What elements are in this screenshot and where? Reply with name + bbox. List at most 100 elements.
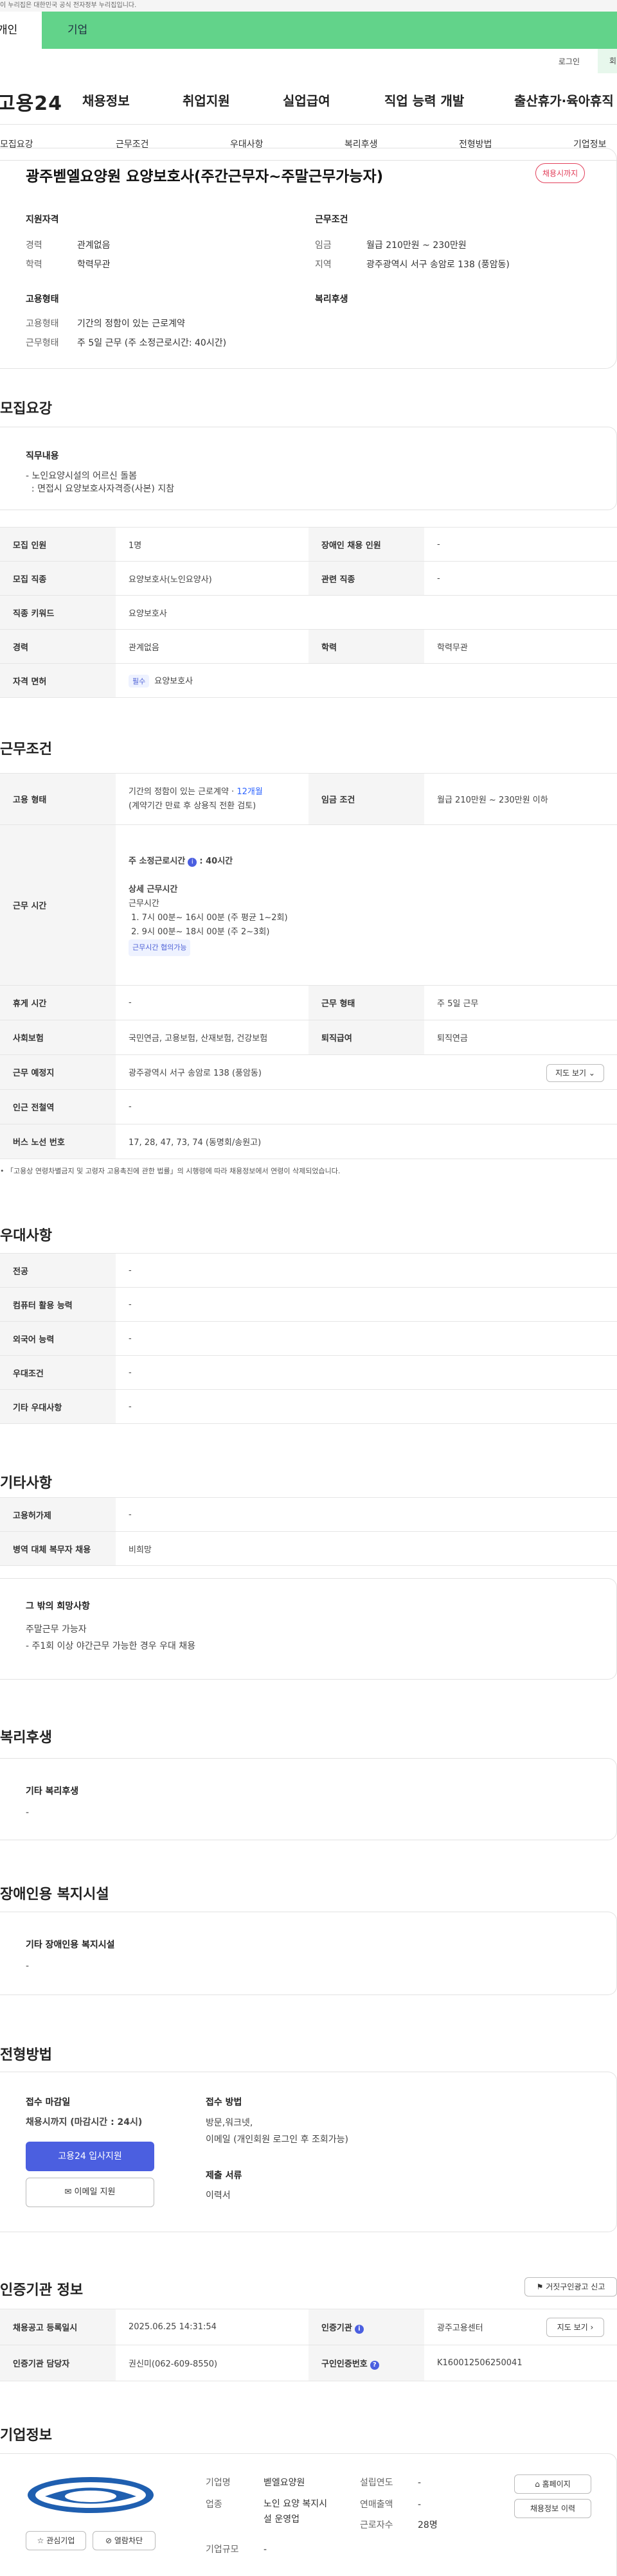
table-row: 외국어 능력 - <box>0 1321 617 1356</box>
cell-value: - <box>116 1389 617 1424</box>
megaphone-icon: ⚑ <box>536 2282 544 2291</box>
cell-value: - <box>116 985 308 1020</box>
cell-label: 컴퓨터 활용 능력 <box>0 1287 116 1322</box>
cell-value: - <box>116 1089 617 1124</box>
place-cell: 광주광역시 서구 송암로 138 (풍암동) 지도 보기 ⌄ <box>116 1054 617 1090</box>
report-label: 거짓구인광고 신고 <box>546 2282 605 2291</box>
duty-heading: 직무내용 <box>26 451 59 461</box>
false-ad-report-button[interactable]: ⚑ 거짓구인광고 신고 <box>524 2277 617 2296</box>
table-row: 모집 직종 요양보호사(노인요양사) 관련 직종 - <box>0 561 617 596</box>
cell-value: 학력무관 <box>424 629 617 664</box>
cell-label: 사회보험 <box>0 1020 116 1055</box>
table-row: 전공 - <box>0 1253 617 1288</box>
wage-value: 월급 210만원 ~ 230만원 <box>366 240 467 251</box>
cell-value: 퇴직연금 <box>424 1020 617 1055</box>
info-icon[interactable]: i <box>354 2324 364 2334</box>
email-apply-button[interactable]: ✉ 이메일 지원 <box>26 2178 154 2207</box>
menu-parental-leave[interactable]: 출산휴가·육아휴직 <box>514 91 614 109</box>
menu-vocational-training[interactable]: 직업 능력 개발 <box>384 91 464 109</box>
cell-label: 인증기관 i <box>308 2309 424 2345</box>
utility-links: 로그인 회원가입 <box>0 49 617 73</box>
favorite-company-button[interactable]: ☆ 관심기업 <box>26 2531 86 2550</box>
info-icon[interactable]: ? <box>370 2360 379 2370</box>
cell-label: 휴게 시간 <box>0 985 116 1020</box>
age-footnote: • 「고용상 연령차별금지 및 고령자 고용촉진에 관한 법률」의 시행령에 따… <box>0 1167 341 1175</box>
block-view-button[interactable]: ⊘ 열람차단 <box>93 2531 156 2550</box>
menu-employment-support[interactable]: 취업지원 <box>183 91 230 109</box>
site-logo[interactable]: 고용24 <box>0 87 67 116</box>
homepage-label: 홈페이지 <box>542 2480 571 2489</box>
work-form-label: 근무형태 <box>26 338 59 348</box>
license-value: 요양보호사 <box>154 676 193 686</box>
menu-unemployment-benefit[interactable]: 실업급여 <box>283 91 330 109</box>
table-row: 근무 시간 주 소정근로시간 i : 40시간 상세 근무시간 근무시간 1. 7… <box>0 824 617 986</box>
menu-jobs[interactable]: 채용정보 <box>82 91 130 109</box>
cell-value: - <box>116 1287 617 1322</box>
cell-label: 근무 형태 <box>308 985 424 1020</box>
table-row: 자격 면허 필수 요양보호사 <box>0 663 617 698</box>
table-row: 직종 키워드 요양보호사 <box>0 595 617 630</box>
login-link[interactable]: 로그인 <box>559 56 580 67</box>
hours-cell: 주 소정근로시간 i : 40시간 상세 근무시간 근무시간 1. 7시 00분~… <box>116 824 617 986</box>
favorite-label: 관심기업 <box>46 2536 75 2545</box>
employ-heading: 고용형태 <box>26 294 59 305</box>
tab-individual[interactable]: 개인 <box>0 12 42 49</box>
cell-label: 근무 예정지 <box>0 1054 116 1090</box>
staff-value: 28명 <box>418 2520 438 2530</box>
detail-hours-title: 상세 근무시간 <box>129 884 178 894</box>
cell-label: 직종 키워드 <box>0 595 116 630</box>
cell-label: 고용허가제 <box>0 1497 116 1532</box>
shift-item: 2. 9시 00분~ 18시 00분 (주 2~3회) <box>131 927 270 937</box>
disability-box-heading: 기타 장애인용 복지시설 <box>26 1940 115 1950</box>
cell-value: 국민연금, 고용보험, 산재보험, 건강보험 <box>116 1020 308 1055</box>
category-tabs: 개인 기업 <box>0 12 617 49</box>
company-logo <box>28 2477 154 2513</box>
cell-label: 고용 형태 <box>0 773 116 825</box>
table-row: 컴퓨터 활용 능력 - <box>0 1287 617 1322</box>
detail-hours-sub: 근무시간 <box>129 898 159 909</box>
cell-label: 병역 대체 복무자 채용 <box>0 1531 116 1566</box>
agency-map-label: 지도 보기 <box>557 2323 588 2332</box>
region-label: 지역 <box>315 260 332 270</box>
homepage-button[interactable]: ⌂ 홈페이지 <box>514 2474 591 2494</box>
work-form-value: 주 5일 근무 (주 소정근로시간: 40시간) <box>77 338 227 348</box>
cell-label: 장애인 채용 인원 <box>308 527 424 562</box>
cell-label: 모집 직종 <box>0 561 116 596</box>
agency-map-button[interactable]: 지도 보기 › <box>546 2318 604 2337</box>
table-row: 인증기관 담당자 권신미(062-609-8550) 구인인증번호? K1600… <box>0 2345 617 2381</box>
info-icon[interactable]: i <box>188 857 197 867</box>
weekly-hours-value: : 40시간 <box>199 856 233 866</box>
duty-text: - 노인요양시설의 어르신 돌봄 : 면접시 요양보호사자격증(사본) 지참 <box>26 471 175 494</box>
map-toggle-button[interactable]: 지도 보기 ⌄ <box>546 1064 604 1082</box>
cell-label: 임금 조건 <box>308 773 424 825</box>
table-row: 사회보험 국민연금, 고용보험, 산재보험, 건강보험 퇴직급여 퇴직연금 <box>0 1020 617 1055</box>
conditions-table: 고용 형태 기간의 정함이 있는 근로계약 · 12개월 (계약기간 만료 후 … <box>0 773 617 1159</box>
region-value: 광주광역시 서구 송암로 138 (풍암동) <box>366 260 510 270</box>
welfare-box-text: - <box>26 1808 30 1818</box>
deadline-value: 채용시까지 (마감시간 : 24시) <box>26 2117 143 2127</box>
cell-label: 자격 면허 <box>0 663 116 698</box>
chevron-down-icon: ⌄ <box>588 1069 595 1078</box>
chevron-right-icon: › <box>590 2323 594 2332</box>
table-row: 경력 관계없음 학력 학력무관 <box>0 629 617 664</box>
table-row: 인근 전철역 - <box>0 1089 617 1124</box>
welfare-section-title: 복리후생 <box>0 1730 52 1746</box>
org-value: 광주고용센터 <box>437 2323 483 2333</box>
negotiable-chip: 근무시간 협의가능 <box>129 939 191 956</box>
method-text: 방문,워크넷, 이메일 (개인회원 로그인 후 조회가능) <box>206 2118 348 2145</box>
main-nav: 고용24 채용정보 취업지원 실업급여 직업 능력 개발 출산휴가·육아휴직 <box>0 73 617 125</box>
etc-table: 고용허가제 - 병역 대체 복무자 채용 비희망 <box>0 1497 617 1566</box>
block-icon: ⊘ <box>105 2536 112 2545</box>
table-row: 버스 노선 번호 17, 28, 47, 73, 74 (동명회/송원고) <box>0 1124 617 1159</box>
apply-button[interactable]: 고용24 입사지원 <box>26 2142 154 2171</box>
conditions-section-title: 근무조건 <box>0 742 52 758</box>
cell-value: 2025.06.25 14:31:54 <box>116 2309 308 2345</box>
employ-note: (계약기간 만료 후 상용직 전환 검토) <box>129 801 256 811</box>
table-row: 채용공고 등록일시 2025.06.25 14:31:54 인증기관 i 광주고용… <box>0 2309 617 2345</box>
block-label: 열람차단 <box>114 2536 143 2545</box>
hiring-history-button[interactable]: 채용정보 이력 <box>514 2499 591 2518</box>
cell-value: - <box>116 1355 617 1390</box>
tab-company[interactable]: 기업 <box>42 12 112 49</box>
company-name-label: 기업명 <box>206 2478 231 2488</box>
signup-link[interactable]: 회원가입 <box>598 49 617 73</box>
